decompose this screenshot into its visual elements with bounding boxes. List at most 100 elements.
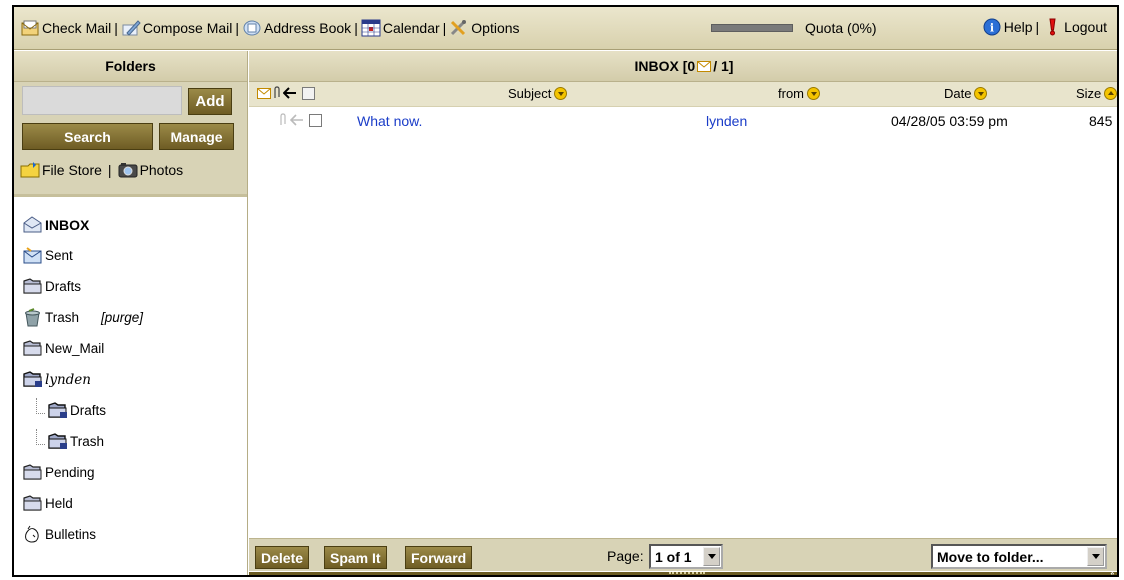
folder-label: lynden [45, 371, 91, 388]
shared-folder-icon [48, 402, 67, 418]
message-date: 04/28/05 03:59 pm [891, 113, 1008, 129]
folders-sidebar: Folders Add Search Manage File Store | P… [14, 51, 248, 575]
reply-icon [290, 114, 303, 126]
folder-held[interactable]: Held [22, 488, 247, 519]
calendar-link[interactable]: Calendar [361, 19, 440, 37]
photos-camera-icon [118, 163, 138, 178]
move-to-folder-value: Move to folder... [937, 548, 1044, 565]
folder-sent[interactable]: Sent [22, 240, 247, 271]
status-column-icons [257, 86, 315, 100]
sidebar-controls: Add Search Manage File Store | Photos [14, 82, 247, 197]
chevron-down-icon [1087, 547, 1104, 566]
folder-label: Held [45, 496, 73, 511]
folder-label: INBOX [45, 216, 90, 233]
check-mail-icon [21, 20, 39, 36]
resize-grip[interactable] [669, 572, 705, 575]
folder-new-mail[interactable]: New_Mail [22, 333, 247, 364]
folder-icon [23, 340, 42, 356]
toolbar-separator: | [1035, 19, 1040, 35]
purge-trash-link[interactable]: [purge] [101, 310, 143, 325]
inbox-envelope-icon [23, 216, 42, 233]
help-link[interactable]: i Help [982, 18, 1033, 36]
sort-down-icon [807, 87, 820, 100]
folder-lynden[interactable]: lynden [22, 364, 247, 395]
page-select-value: 1 of 1 [655, 548, 692, 565]
logout-label: Logout [1064, 19, 1107, 35]
quota-bar [711, 24, 793, 32]
delete-button[interactable]: Delete [255, 546, 310, 569]
add-folder-button[interactable]: Add [188, 88, 232, 115]
attachment-column-icon [274, 86, 280, 98]
folder-icon [23, 278, 42, 294]
link-separator: | [107, 162, 112, 178]
folder-label: Drafts [45, 279, 82, 294]
subject-column-header[interactable]: Subject [508, 86, 568, 101]
folder-label: Trash [45, 310, 80, 325]
forward-button[interactable]: Forward [405, 546, 473, 569]
check-mail-link[interactable]: Check Mail [20, 19, 111, 37]
folder-label: Pending [45, 465, 95, 480]
folder-lynden-drafts[interactable]: Drafts [22, 395, 247, 426]
folder-label: Trash [70, 434, 105, 449]
sent-folder-icon [23, 247, 42, 264]
options-label: Options [471, 20, 520, 36]
options-link[interactable]: Options [449, 19, 520, 37]
file-store-folder-icon [20, 162, 40, 178]
calendar-icon [361, 19, 381, 37]
folder-inbox[interactable]: INBOX [22, 209, 247, 240]
sort-up-icon [1104, 87, 1117, 100]
scroll-arrows-icon[interactable]: ⇕ [1109, 571, 1117, 575]
message-status-icons [279, 113, 322, 127]
message-from-link[interactable]: lynden [706, 113, 747, 129]
folder-pending[interactable]: Pending [22, 457, 247, 488]
sidebar-title: Folders [14, 51, 247, 82]
folder-trash[interactable]: Trash [purge] [22, 302, 247, 333]
check-mail-label: Check Mail [42, 20, 112, 36]
main-nav: Check Mail | Compose Mail | Address Book… [14, 19, 520, 37]
folder-drafts[interactable]: Drafts [22, 271, 247, 302]
message-pane: INBOX [0 / 1] Subject from Date Size Wha… [249, 51, 1117, 575]
move-to-folder-select[interactable]: Move to folder... [931, 544, 1107, 569]
file-store-label: File Store [42, 162, 102, 178]
message-column-headers: Subject from Date Size [249, 82, 1117, 107]
from-header-label: from [778, 86, 804, 101]
from-column-header[interactable]: from [778, 86, 820, 101]
folder-icon [23, 495, 42, 511]
reply-column-icon [283, 87, 296, 99]
sort-down-icon [554, 87, 568, 100]
folder-icon [23, 464, 42, 480]
folder-label: Sent [45, 248, 73, 263]
page-select[interactable]: 1 of 1 [649, 544, 723, 569]
size-column-header[interactable]: Size [1076, 86, 1117, 101]
folder-bulletins[interactable]: Bulletins [22, 519, 247, 550]
help-logout-links: i Help | Logout [982, 18, 1107, 36]
help-info-icon: i [983, 18, 1001, 36]
inbox-header: INBOX [0 / 1] [249, 51, 1117, 82]
pane-resize-strip[interactable]: ⇕ [249, 571, 1117, 575]
spam-it-button[interactable]: Spam It [324, 546, 387, 569]
select-all-checkbox[interactable] [302, 86, 315, 100]
calendar-label: Calendar [382, 20, 440, 36]
subject-header-label: Subject [508, 86, 552, 101]
compose-mail-label: Compose Mail [142, 20, 233, 36]
folder-search-input[interactable] [22, 86, 182, 115]
folder-lynden-trash[interactable]: Trash [22, 426, 247, 457]
compose-mail-link[interactable]: Compose Mail [121, 19, 232, 37]
page-label: Page: [607, 548, 644, 564]
address-book-link[interactable]: Address Book [242, 19, 351, 37]
logout-link[interactable]: Logout [1042, 18, 1107, 36]
trash-can-icon [25, 308, 40, 327]
message-select-checkbox[interactable] [309, 113, 322, 127]
quota-label: Quota (0%) [805, 20, 877, 36]
file-store-link[interactable]: File Store [20, 161, 102, 179]
message-row[interactable]: What now. lynden 04/28/05 03:59 pm 845 [249, 109, 1117, 133]
date-column-header[interactable]: Date [944, 86, 988, 101]
toolbar-separator: | [354, 20, 358, 36]
photos-link[interactable]: Photos [118, 161, 183, 179]
manage-button[interactable]: Manage [159, 123, 234, 150]
message-subject-link[interactable]: What now. [357, 113, 422, 129]
size-header-label: Size [1076, 86, 1102, 101]
search-button[interactable]: Search [22, 123, 153, 150]
toolbar-separator: | [442, 20, 447, 36]
envelope-column-icon [257, 87, 271, 99]
